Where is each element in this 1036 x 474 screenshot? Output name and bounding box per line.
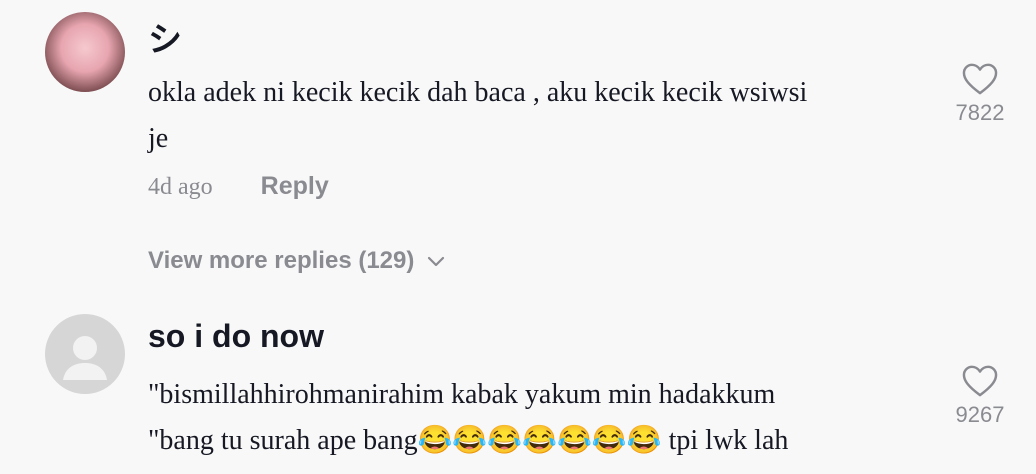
like-count: 9267	[955, 402, 1005, 427]
comment-text-line: "bismillahhirohmanirahim kabak yakum min…	[148, 379, 776, 410]
avatar[interactable]	[45, 12, 125, 92]
reply-button[interactable]: Reply	[261, 172, 329, 201]
comment-timestamp: 4d ago	[148, 174, 213, 200]
view-more-replies-label: View more replies (129)	[148, 247, 415, 274]
heart-outline-icon	[962, 63, 998, 95]
comment-text: "bismillahhirohmanirahim kabak yakum min…	[148, 372, 918, 464]
comment-text: okla adek ni kecik kecik dah baca , aku …	[148, 70, 918, 162]
like-button[interactable]: 7822	[940, 62, 1020, 126]
avatar[interactable]	[45, 314, 125, 394]
chevron-down-icon	[428, 256, 445, 267]
comment-item: シ okla adek ni kecik kecik dah baca , ak…	[0, 0, 1036, 300]
like-count: 7822	[955, 100, 1005, 125]
like-button[interactable]: 9267	[940, 364, 1020, 428]
comment-meta: 4d ago Reply	[148, 172, 329, 201]
comment-text-line: je	[148, 123, 169, 154]
comment-text-line: okla adek ni kecik kecik dah baca , aku …	[148, 77, 808, 108]
comment-item: so i do now "bismillahhirohmanirahim kab…	[0, 300, 1036, 474]
default-avatar-icon	[63, 336, 107, 380]
comment-text-line: "bang tu surah ape bang😂😂😂😂😂😂😂 tpi lwk l…	[148, 425, 789, 456]
comment-username[interactable]: シ	[148, 12, 182, 61]
heart-outline-icon	[962, 365, 998, 397]
view-more-replies-button[interactable]: View more replies (129)	[148, 247, 448, 275]
comment-username[interactable]: so i do now	[148, 318, 324, 355]
